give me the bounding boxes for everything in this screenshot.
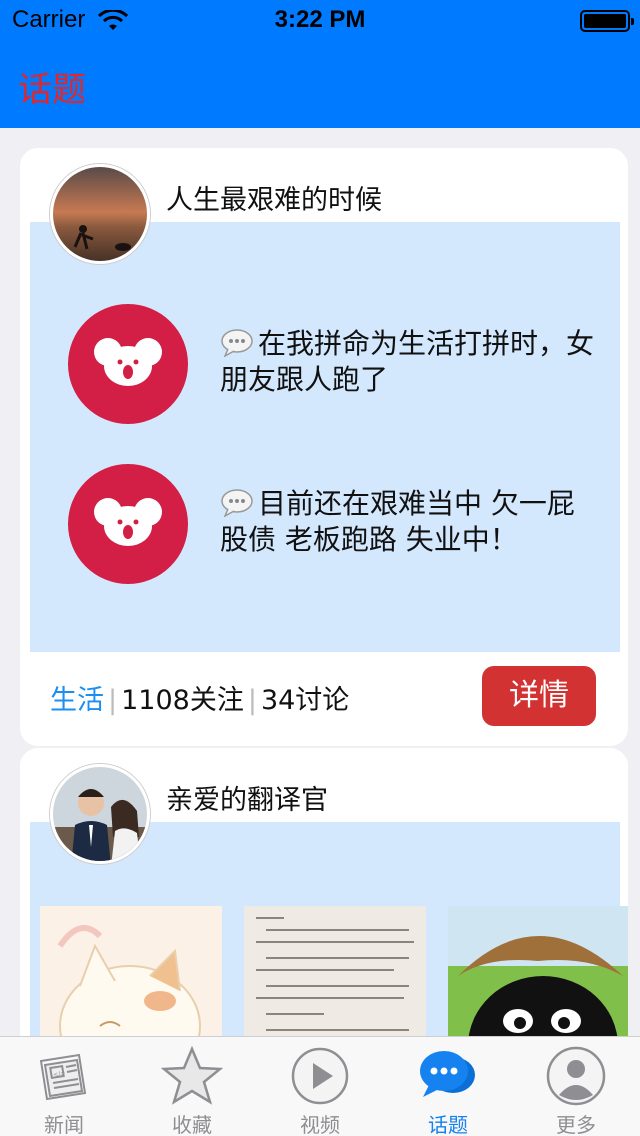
navigation-bar: Carrier 3:22 PM 话题: [0, 0, 640, 128]
tab-bar: </> 新闻 收藏 视频 话题 更多: [0, 1036, 640, 1136]
topic-list[interactable]: 人生最艰难的时候 在我拼命为生活打拼时，女朋友跟人跑了 目前还在艰难当中 欠一屁…: [0, 128, 640, 1036]
topic-tag[interactable]: 生活: [50, 685, 104, 716]
tab-label: 话题: [428, 1113, 468, 1136]
cartoon-cat-image[interactable]: [40, 906, 222, 1036]
tab-label: 收藏: [172, 1113, 212, 1136]
person-icon: [546, 1046, 606, 1106]
status-bar: Carrier 3:22 PM: [0, 0, 640, 40]
page-title: 话题: [18, 70, 86, 110]
chat-bubble-icon: [420, 1051, 475, 1097]
tab-label: 新闻: [44, 1113, 84, 1136]
message-text: 在我拼命为生活打拼时，女朋友跟人跑了: [220, 327, 595, 396]
topic-meta: 生活 | 1108关注 | 34讨论: [50, 678, 349, 717]
message-panel: 在我拼命为生活打拼时，女朋友跟人跑了 目前还在艰难当中 欠一屁股债 老板跑路 失…: [30, 222, 620, 652]
star-icon: [161, 1045, 223, 1105]
book-page-image[interactable]: [244, 906, 426, 1036]
tab-news[interactable]: </> 新闻: [0, 1037, 128, 1136]
message-text: 目前还在艰难当中 欠一屁股债 老板跑路 失业中！: [220, 487, 575, 556]
tab-label: 更多: [556, 1113, 596, 1136]
follower-count: 1108关注: [121, 685, 244, 716]
battery-icon: [580, 10, 634, 32]
message-item: 目前还在艰难当中 欠一屁股债 老板跑路 失业中！: [68, 464, 608, 584]
koala-avatar-icon: [68, 464, 188, 584]
detail-button[interactable]: 详情: [482, 666, 596, 726]
bear-mascot-image[interactable]: [448, 906, 628, 1036]
tab-video[interactable]: 视频: [256, 1037, 384, 1136]
topic-title: 人生最艰难的时候: [166, 185, 382, 216]
topic-avatar: [50, 164, 150, 264]
tab-label: 视频: [300, 1113, 340, 1136]
divider: |: [108, 685, 118, 716]
koala-avatar-icon: [68, 304, 188, 424]
tab-favorites[interactable]: 收藏: [128, 1037, 256, 1136]
tab-topics[interactable]: 话题: [384, 1037, 512, 1136]
play-icon: [291, 1047, 349, 1105]
topic-title: 亲爱的翻译官: [166, 785, 328, 816]
status-time: 3:22 PM: [274, 6, 366, 33]
divider: |: [247, 685, 257, 716]
tab-more[interactable]: 更多: [512, 1037, 640, 1136]
speech-bubble-icon: [221, 329, 253, 357]
newspaper-icon: </>: [39, 1053, 87, 1101]
discussion-count: 34讨论: [260, 685, 350, 716]
message-item: 在我拼命为生活打拼时，女朋友跟人跑了: [68, 304, 608, 424]
topic-card[interactable]: 人生最艰难的时候 在我拼命为生活打拼时，女朋友跟人跑了 目前还在艰难当中 欠一屁…: [20, 148, 628, 746]
topic-avatar: [50, 764, 150, 864]
topic-card[interactable]: 亲爱的翻译官: [20, 748, 628, 1036]
speech-bubble-icon: [221, 489, 253, 517]
